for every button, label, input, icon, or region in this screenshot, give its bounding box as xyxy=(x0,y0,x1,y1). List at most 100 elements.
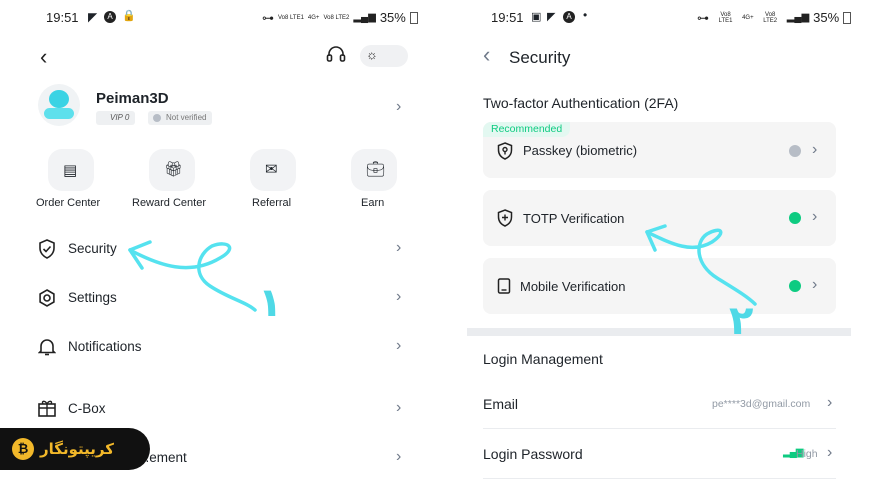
chevron-right-icon: › xyxy=(827,394,833,411)
annotation-arrow-2 xyxy=(645,224,757,306)
signal-bars-icon: ▂▄▆ xyxy=(353,12,376,23)
mobile-label: Mobile Verification xyxy=(520,279,626,294)
envelope-icon: ✉ xyxy=(265,161,278,178)
twofa-heading: Two-factor Authentication (2FA) xyxy=(483,95,679,111)
signal-bars-icon: ▂▄▆ xyxy=(786,12,810,23)
annotation-number-1: ١ xyxy=(258,280,283,326)
status-time: 19:51 xyxy=(46,10,79,25)
right-screen: 19:51 ▣ ◤ A • ⊶ Vo8 LTE1 4G+ Vo8 LTE2 ▂▄… xyxy=(467,0,851,492)
verification-label: Not verified xyxy=(166,113,207,122)
profile-chevron-icon[interactable]: › xyxy=(396,98,401,116)
chevron-right-icon: › xyxy=(812,208,818,225)
chevron-right-icon: › xyxy=(396,288,402,305)
headset-icon[interactable] xyxy=(326,46,346,64)
chevron-right-icon: › xyxy=(396,399,402,416)
shield-icon xyxy=(39,239,55,259)
totp-label: TOTP Verification xyxy=(523,211,625,226)
chevron-right-icon: › xyxy=(812,276,818,293)
left-screen: 19:51 ◤ A 🔒 ⊶ Vo8 LTE1 4G+ Vo8 LTE2 ▂▄▆ … xyxy=(0,0,436,492)
chevron-right-icon: › xyxy=(396,239,402,256)
recommended-badge: Recommended xyxy=(483,122,571,137)
page-title: Security xyxy=(509,48,571,67)
reward-center-button[interactable]: 🎁︎ xyxy=(149,149,195,191)
signal-icon: ◤ xyxy=(88,10,98,24)
order-list-icon: ▤ xyxy=(63,162,78,179)
avatar[interactable] xyxy=(38,84,80,126)
dot-icon: • xyxy=(583,8,588,22)
menu-item-c-box[interactable]: C-Box › xyxy=(30,392,420,426)
watermark-badge: ₿ کریپتونگار xyxy=(0,428,150,470)
lock-icon: 🔒 xyxy=(122,10,136,22)
referral-label: Referral xyxy=(252,197,292,209)
passkey-shield-icon xyxy=(497,142,513,160)
watermark-text: کریپتونگار xyxy=(40,440,114,458)
annotation-number-2: ٢ xyxy=(729,298,754,344)
status-icons: ⊶ Vo8 LTE1 4G+ Vo8 LTE2 ▂▄▆ 35% xyxy=(697,10,851,25)
battery-icon xyxy=(409,11,418,24)
mobile-phone-icon xyxy=(497,278,511,294)
network-label-3: Vo8 LTE2 xyxy=(323,14,350,21)
verification-badge[interactable]: Not verified xyxy=(148,111,213,125)
menu-item-label: Settings xyxy=(68,290,117,305)
recommended-label: Recommended xyxy=(491,123,563,135)
login-management-heading: Login Management xyxy=(483,351,603,367)
menu-item-label: C-Box xyxy=(68,401,106,416)
sun-icon: ☼ xyxy=(366,47,378,62)
chevron-right-icon: › xyxy=(812,141,818,158)
menu-item-label: Security xyxy=(68,241,117,256)
chevron-right-icon: › xyxy=(396,448,402,465)
gift-box-icon xyxy=(38,400,56,417)
referral-button[interactable]: ✉ xyxy=(250,149,296,191)
status-icons: ⊶ Vo8 LTE1 4G+ Vo8 LTE2 ▂▄▆ 35% xyxy=(262,10,418,25)
earn-button[interactable]: 💼︎ xyxy=(351,149,397,191)
network-label-3: Vo8 LTE2 xyxy=(763,11,778,24)
logo-icon: ₿ xyxy=(12,438,34,460)
gift-icon: 🎁︎ xyxy=(164,161,184,178)
bell-icon xyxy=(38,339,56,356)
order-center-button[interactable]: ▤ xyxy=(48,149,94,191)
earn-label: Earn xyxy=(361,197,385,209)
menu-item-label: Notifications xyxy=(68,339,142,354)
app-notification-icon: A xyxy=(563,11,575,23)
battery-text: 35% xyxy=(813,10,840,25)
email-label: Email xyxy=(483,396,519,412)
network-label-1: Vo8 LTE1 xyxy=(718,11,733,24)
totp-shield-icon xyxy=(497,209,513,227)
vip-badge-label: VIP 0 xyxy=(110,113,130,122)
row-divider xyxy=(483,428,836,429)
status-time: 19:51 xyxy=(491,10,524,25)
signal-icon: ◤ xyxy=(547,11,556,23)
back-icon[interactable]: ‹ xyxy=(483,42,490,68)
key-icon: ⊶ xyxy=(697,10,709,25)
battery-text: 35% xyxy=(379,10,406,25)
gear-icon xyxy=(39,289,55,307)
mobile-check-icon xyxy=(789,280,801,292)
passkey-label: Passkey (biometric) xyxy=(523,143,638,158)
reward-center-label: Reward Center xyxy=(132,197,206,209)
verify-status-icon xyxy=(153,114,161,122)
battery-icon xyxy=(843,11,851,24)
theme-toggle[interactable]: ☼ xyxy=(360,45,408,67)
passkey-status-icon xyxy=(789,145,801,157)
chevron-right-icon: › xyxy=(827,444,833,461)
key-icon: ⊶ xyxy=(262,10,274,25)
section-divider xyxy=(467,328,851,336)
vip-badge[interactable]: VIP 0 xyxy=(96,111,136,125)
order-center-label: Order Center xyxy=(36,197,101,209)
row-divider xyxy=(483,478,836,479)
email-value: pe****3d@gmail.com xyxy=(712,398,811,410)
login-password-row[interactable]: Login Password ▂▄▆ High › xyxy=(467,435,851,475)
image-icon: ▣ xyxy=(531,11,542,23)
briefcase-icon: 💼︎ xyxy=(366,161,386,178)
network-label-2: 4G+ xyxy=(742,14,754,21)
app-notification-icon: A xyxy=(104,11,116,23)
network-label-1: Vo8 LTE1 xyxy=(278,14,304,21)
totp-check-icon xyxy=(789,212,801,224)
email-row[interactable]: Email pe****3d@gmail.com › xyxy=(467,385,851,425)
login-password-label: Login Password xyxy=(483,446,583,462)
chevron-right-icon: › xyxy=(396,337,402,354)
network-label-2: 4G+ xyxy=(307,14,320,21)
back-icon[interactable]: ‹ xyxy=(40,44,47,70)
password-strength: High xyxy=(796,448,818,460)
username: Peiman3D xyxy=(96,90,169,107)
